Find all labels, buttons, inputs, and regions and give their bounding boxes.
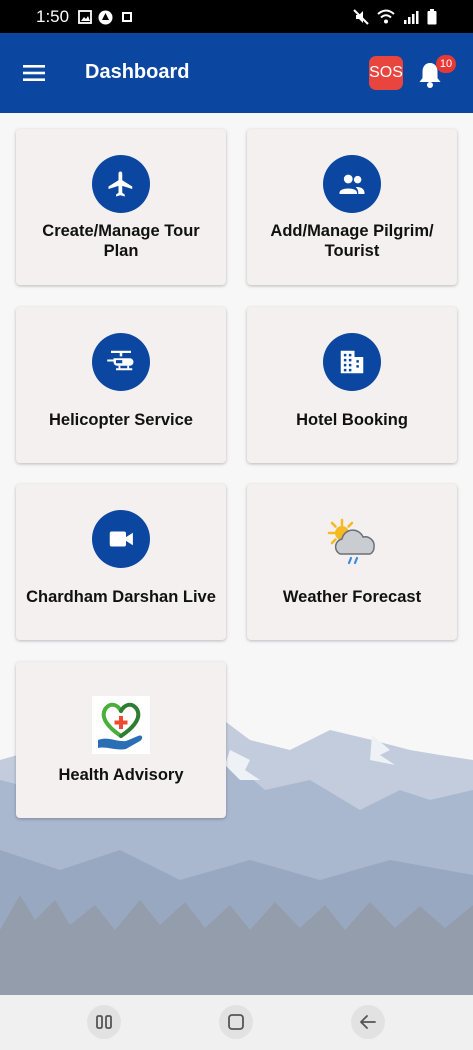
recent-apps-icon — [96, 1015, 112, 1029]
tile-label: Add/Manage Pilgrim/ Tourist — [270, 222, 434, 260]
tile-helicopter[interactable]: Helicopter Service — [16, 307, 226, 463]
drive-icon — [98, 10, 113, 24]
tile-label: Health Advisory — [58, 766, 184, 784]
tile-pilgrim-tourist[interactable]: Add/Manage Pilgrim/ Tourist — [247, 129, 457, 285]
tile-label: Hotel Booking — [296, 411, 408, 429]
back-icon — [360, 1015, 376, 1029]
tile-label: Chardham Darshan Live — [26, 588, 216, 606]
system-nav-bar — [0, 995, 473, 1050]
notification-badge: 10 — [436, 55, 456, 73]
tile-hotel-booking[interactable]: Hotel Booking — [247, 307, 457, 463]
notifications-button[interactable]: 10 — [417, 55, 456, 92]
helicopter-icon — [107, 350, 134, 371]
app-logo-icon — [122, 12, 132, 22]
hamburger-icon — [23, 65, 45, 81]
page-title: Dashboard — [85, 61, 190, 83]
mute-icon — [353, 9, 369, 25]
home-icon — [228, 1014, 244, 1030]
image-icon — [78, 10, 92, 24]
tile-health-advisory[interactable]: Health Advisory — [16, 662, 226, 818]
tile-label: Helicopter Service — [49, 411, 193, 429]
tile-weather-forecast[interactable]: Weather Forecast — [247, 484, 457, 640]
airplane-icon — [108, 171, 133, 197]
recent-apps-button[interactable] — [87, 1005, 121, 1039]
tile-label: Weather Forecast — [282, 588, 422, 606]
tile-label: Create/Manage Tour Plan — [42, 222, 200, 260]
menu-button[interactable] — [23, 62, 45, 84]
signal-icon — [404, 11, 419, 24]
wifi-icon — [377, 9, 395, 24]
health-icon — [92, 696, 150, 754]
people-icon — [339, 174, 365, 194]
sos-button[interactable]: SOS — [369, 56, 403, 90]
tile-tour-plan[interactable]: Create/Manage Tour Plan — [16, 129, 226, 285]
app-bar: Dashboard SOS 10 — [0, 33, 473, 113]
home-button[interactable] — [219, 1005, 253, 1039]
building-icon — [340, 350, 364, 374]
weather-icon — [327, 518, 375, 565]
videocam-icon — [109, 531, 133, 547]
back-button[interactable] — [351, 1005, 385, 1039]
tile-darshan-live[interactable]: Chardham Darshan Live — [16, 484, 226, 640]
status-time: 1:50 — [36, 7, 70, 26]
status-bar: 1:50 — [0, 0, 473, 33]
battery-icon — [427, 9, 437, 25]
